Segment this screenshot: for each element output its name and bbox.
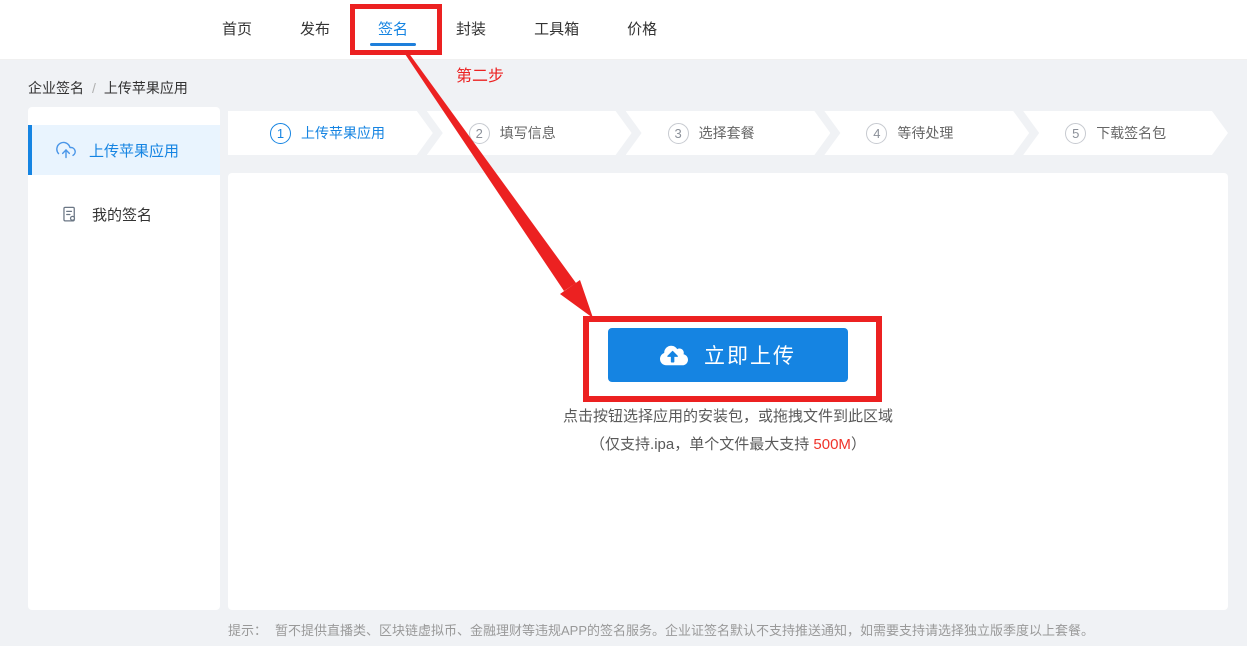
step-label: 等待处理 xyxy=(897,125,954,141)
upload-hint-line1: 点击按钮选择应用的安装包，或拖拽文件到此区域 xyxy=(562,408,893,425)
upload-hint-line2: （仅支持.ipa，单个文件最大支持 500M） xyxy=(228,433,1228,454)
step-1-upload-app: 1 上传苹果应用 xyxy=(228,111,433,155)
step-label: 填写信息 xyxy=(499,125,556,141)
steps-bar: 1 上传苹果应用 2 填写信息 3 选择套餐 4 等待处理 5 下载签名包 xyxy=(228,111,1228,155)
sidebar-item-label: 上传苹果应用 xyxy=(89,142,180,160)
step-number: 5 xyxy=(1065,123,1086,144)
hint-suffix: ） xyxy=(850,436,866,453)
sidebar-item-upload-apple-app[interactable]: 上传苹果应用 xyxy=(28,125,220,175)
sidebar-item-label: 我的签名 xyxy=(92,206,153,224)
max-size-value: 500M xyxy=(813,436,851,453)
footer-tip: 提示： 暂不提供直播类、区块链虚拟币、金融理财等违规APP的签名服务。企业证签名默… xyxy=(228,620,1094,639)
step-label: 上传苹果应用 xyxy=(301,125,385,141)
step-4-wait-processing: 4 等待处理 xyxy=(824,111,1029,155)
signature-doc-icon xyxy=(60,205,79,224)
step-5-download-package: 5 下载签名包 xyxy=(1023,111,1228,155)
step-label: 选择套餐 xyxy=(698,125,755,141)
upload-now-button[interactable]: 立即上传 xyxy=(608,328,848,382)
tip-label: 提示： xyxy=(228,623,268,638)
upload-dropzone[interactable]: 立即上传 点击按钮选择应用的安装包，或拖拽文件到此区域 （仅支持.ipa，单个文… xyxy=(228,173,1228,610)
step-2-fill-info: 2 填写信息 xyxy=(427,111,632,155)
breadcrumb-separator: / xyxy=(92,80,96,96)
nav-item-package[interactable]: 封装 xyxy=(456,0,486,60)
step-number: 1 xyxy=(270,123,291,144)
tip-text: 暂不提供直播类、区块链虚拟币、金融理财等违规APP的签名服务。企业证签名默认不支… xyxy=(275,623,1095,638)
hint-prefix: （仅支持.ipa，单个文件最大支持 xyxy=(590,436,814,453)
nav-item-sign[interactable]: 签名 xyxy=(378,0,408,60)
upload-button-label: 立即上传 xyxy=(704,345,796,368)
breadcrumb-current-page: 上传苹果应用 xyxy=(103,80,188,96)
nav-item-home[interactable]: 首页 xyxy=(222,0,252,60)
top-header: 首页 发布 签名 封装 工具箱 价格 xyxy=(0,0,1247,60)
nav-item-toolbox[interactable]: 工具箱 xyxy=(534,0,579,60)
annotation-step-text: 第二步 xyxy=(456,68,505,85)
sidebar: 上传苹果应用 我的签名 xyxy=(28,107,220,610)
step-label: 下载签名包 xyxy=(1096,125,1167,141)
cloud-upload-icon xyxy=(660,344,688,367)
nav-item-price[interactable]: 价格 xyxy=(627,0,657,60)
step-number: 4 xyxy=(866,123,887,144)
cloud-upload-icon xyxy=(56,140,76,160)
step-3-choose-plan: 3 选择套餐 xyxy=(626,111,831,155)
nav-item-publish[interactable]: 发布 xyxy=(300,0,330,60)
sidebar-item-my-signatures[interactable]: 我的签名 xyxy=(28,189,220,239)
breadcrumb-enterprise-sign[interactable]: 企业签名 xyxy=(28,78,84,98)
main-nav: 首页 发布 签名 封装 工具箱 价格 xyxy=(0,0,1247,59)
step-number: 3 xyxy=(668,123,689,144)
breadcrumb: 企业签名 / 上传苹果应用 xyxy=(28,78,188,98)
step-number: 2 xyxy=(469,123,490,144)
